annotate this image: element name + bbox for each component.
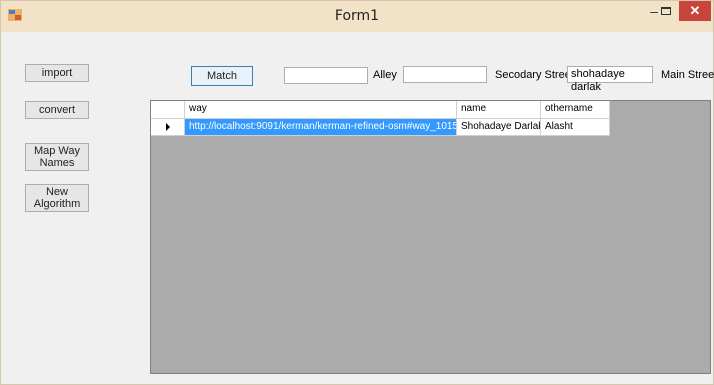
cell-way[interactable]: http://localhost:9091/kerman/kerman-refi… [185,119,457,136]
maximize-icon [661,7,671,15]
close-icon: ✕ [689,3,701,18]
import-button[interactable]: import [25,64,89,82]
table-row[interactable]: http://localhost:9091/kerman/kerman-refi… [151,119,610,136]
alley-input[interactable] [284,67,368,84]
column-header-othername[interactable]: othername [541,101,610,119]
cell-othername[interactable]: Alasht [541,119,610,136]
results-grid[interactable]: way name othername http://localhost:9091… [150,100,711,374]
title-bar[interactable]: Form1 – ✕ [1,1,713,32]
map-way-names-button[interactable]: Map Way Names [25,143,89,171]
maximize-button[interactable] [653,1,679,21]
grid-header-row: way name othername [151,101,610,119]
column-header-name[interactable]: name [457,101,541,119]
main-window: Form1 – ✕ import convert Map Way Names N… [0,0,714,385]
column-header-way[interactable]: way [185,101,457,119]
main-street-label: Main Street [661,69,714,81]
secondary-street-label: Secodary Street [495,69,574,81]
alley-label: Alley [373,69,397,81]
current-row-arrow-icon [165,123,170,131]
match-button[interactable]: Match [191,66,253,86]
row-selector[interactable] [151,119,185,136]
convert-button[interactable]: convert [25,101,89,119]
cell-name[interactable]: Shohadaye Darlak [457,119,541,136]
close-button[interactable]: ✕ [679,1,711,21]
secondary-street-input[interactable] [403,66,487,83]
grid-corner-header[interactable] [151,101,185,119]
main-street-input[interactable]: shohadaye darlak [567,66,653,93]
window-title: Form1 [334,8,380,24]
new-algorithm-button[interactable]: New Algorithm [25,184,89,212]
